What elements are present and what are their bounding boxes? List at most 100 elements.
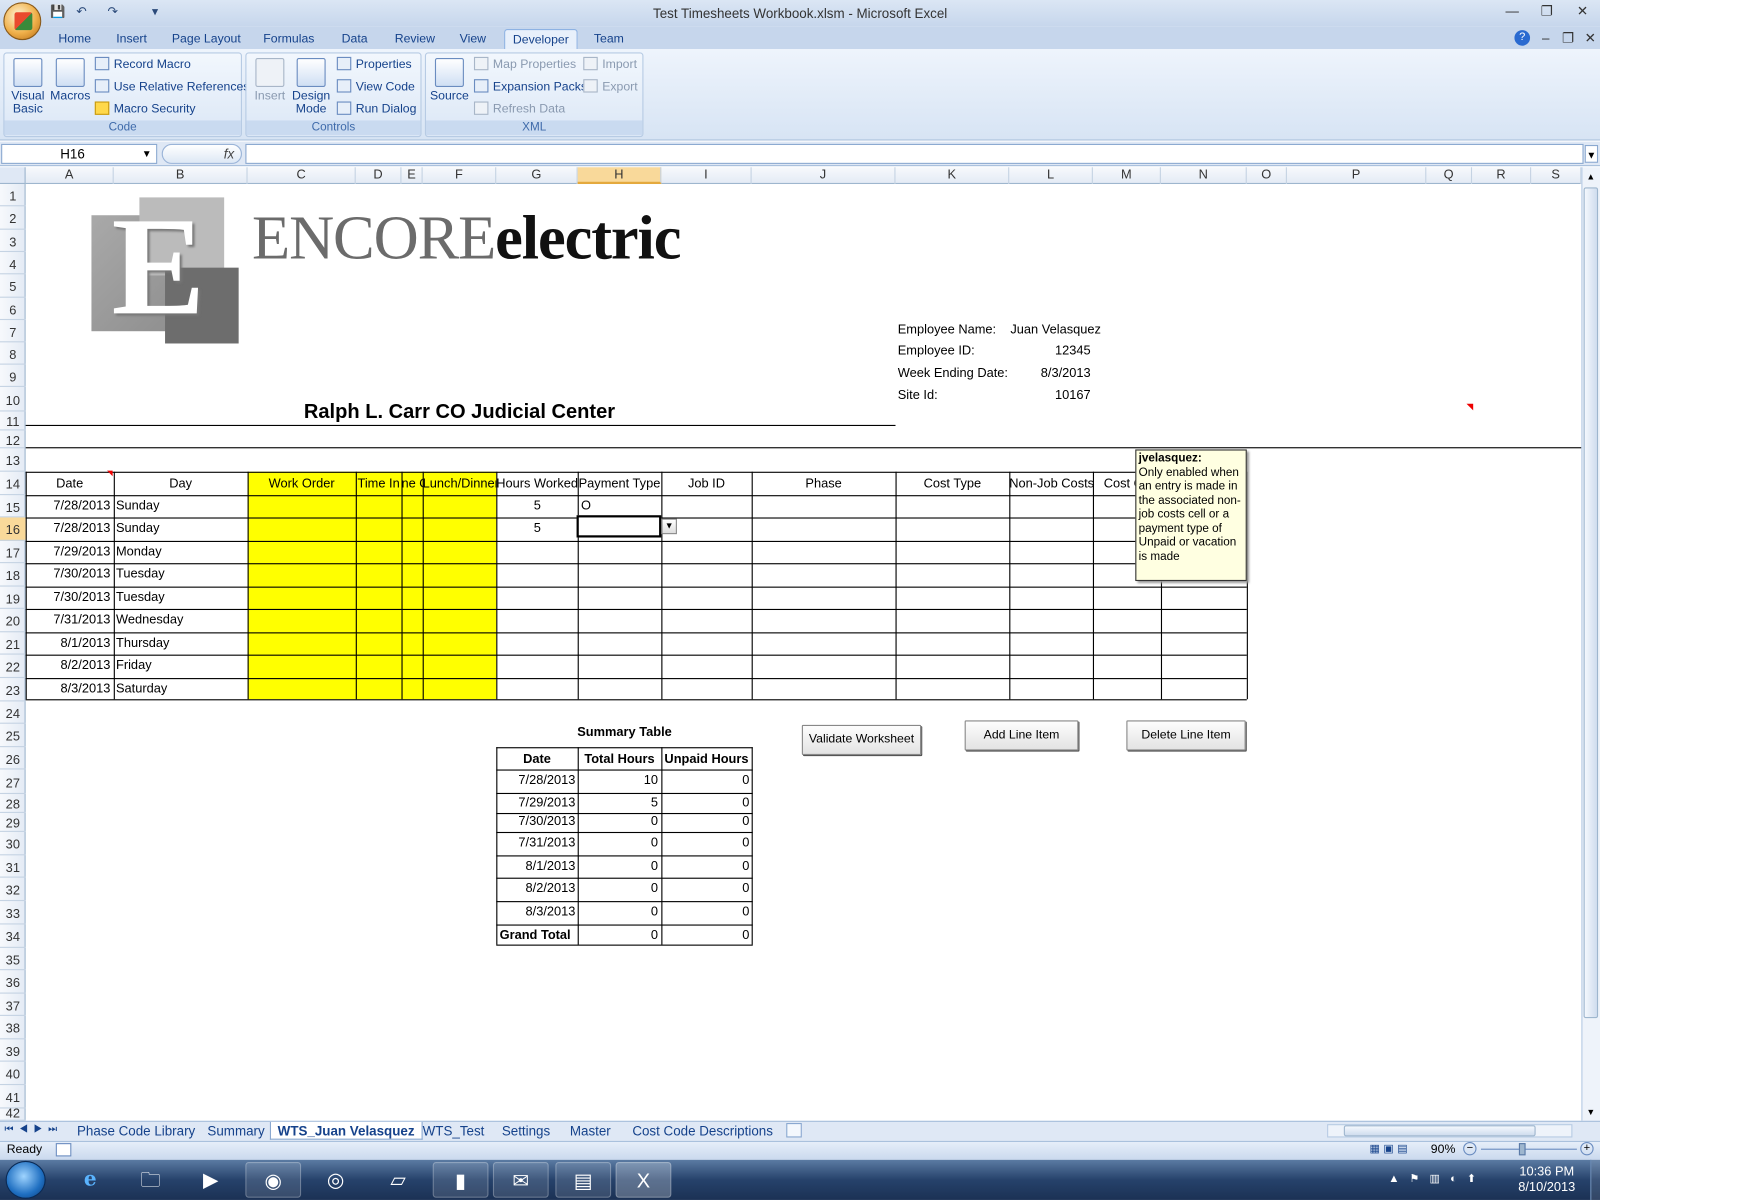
row-header-18[interactable]: 18 <box>0 563 26 587</box>
record-macro-button[interactable]: Record Macro <box>94 56 191 74</box>
timesheet-payment-type[interactable] <box>581 655 659 677</box>
column-header-k[interactable]: K <box>896 167 1010 185</box>
macro-record-status-icon[interactable] <box>55 1143 72 1157</box>
timesheet-hours[interactable] <box>496 563 541 585</box>
row-header-41[interactable]: 41 <box>0 1085 26 1109</box>
column-header-d[interactable]: D <box>356 167 402 185</box>
column-header-r[interactable]: R <box>1472 167 1532 185</box>
employee-id-value[interactable]: 12345 <box>1010 340 1091 362</box>
tray-icons[interactable]: ▲⚑▥◐⬆ <box>1388 1173 1486 1185</box>
timesheet-date[interactable]: 8/3/2013 <box>26 678 111 700</box>
row-header-35[interactable]: 35 <box>0 948 26 971</box>
row-header-30[interactable]: 30 <box>0 832 26 856</box>
column-header-l[interactable]: L <box>1009 167 1093 185</box>
site-id-value[interactable]: 10167 <box>1010 385 1091 407</box>
timesheet-date[interactable]: 8/1/2013 <box>26 632 111 654</box>
tab-insert[interactable]: Insert <box>107 29 156 49</box>
excel-project-icon[interactable]: ▤ <box>555 1162 612 1198</box>
row-header-12[interactable]: 12 <box>0 430 26 449</box>
row-header-21[interactable]: 21 <box>0 632 26 655</box>
timesheet-hours[interactable] <box>496 587 541 609</box>
timesheet-hours[interactable]: 5 <box>496 495 541 517</box>
office-button[interactable] <box>3 2 42 41</box>
timesheet-hours[interactable] <box>496 541 541 563</box>
delete-line-item-button[interactable]: Delete Line Item <box>1126 720 1246 751</box>
row-header-5[interactable]: 5 <box>0 274 26 298</box>
design-mode-button[interactable]: Design Mode <box>290 57 332 116</box>
app-icon[interactable]: ▮ <box>432 1162 489 1198</box>
row-header-29[interactable]: 29 <box>0 813 26 832</box>
row-header-7[interactable]: 7 <box>0 320 26 343</box>
tab-team[interactable]: Team <box>587 29 632 49</box>
zoom-out-icon[interactable]: − <box>1463 1141 1477 1156</box>
zoom-slider-track[interactable] <box>1480 1148 1577 1150</box>
column-header-c[interactable]: C <box>248 167 356 185</box>
tab-developer[interactable]: Developer <box>504 28 578 50</box>
row-header-14[interactable]: 14 <box>0 472 26 496</box>
macro-security-button[interactable]: Macro Security <box>94 100 196 118</box>
scroll-down-icon[interactable]: ▼ <box>1584 1105 1598 1121</box>
column-header-a[interactable]: A <box>26 167 114 185</box>
timesheet-day[interactable]: Tuesday <box>116 587 244 609</box>
column-header-g[interactable]: G <box>496 167 578 185</box>
minimize-icon[interactable]: — <box>1500 3 1525 21</box>
zoom-in-icon[interactable]: + <box>1580 1141 1594 1156</box>
row-header-34[interactable]: 34 <box>0 925 26 948</box>
taskbar-clock[interactable]: 10:36 PM 8/10/2013 <box>1508 1164 1586 1195</box>
ie-icon[interactable]: e <box>62 1162 118 1198</box>
vertical-scroll-thumb[interactable] <box>1583 187 1599 1019</box>
sheet-tab-cost-code-descriptions[interactable]: Cost Code Descriptions <box>626 1122 780 1140</box>
firefox-icon[interactable]: ◉ <box>245 1162 302 1198</box>
expand-formula-bar-icon[interactable]: ▼ <box>1584 144 1599 163</box>
view-mode-icons[interactable]: ▦▣▤ <box>1369 1143 1425 1157</box>
row-header-40[interactable]: 40 <box>0 1062 26 1086</box>
timesheet-hours[interactable]: 5 <box>496 517 541 539</box>
timesheet-day[interactable]: Friday <box>116 655 244 677</box>
timesheet-payment-type[interactable] <box>581 609 659 631</box>
sheet-tab-wts-juan-velasquez[interactable]: WTS_Juan Velasquez <box>269 1121 423 1140</box>
column-header-f[interactable]: F <box>423 167 497 185</box>
expansion-packs-button[interactable]: Expansion Packs <box>473 78 587 96</box>
validate-worksheet-button[interactable]: Validate Worksheet <box>801 724 922 755</box>
row-header-28[interactable]: 28 <box>0 794 26 813</box>
zoom-level[interactable]: 90% <box>1431 1142 1456 1159</box>
column-header-j[interactable]: J <box>752 167 896 185</box>
timesheet-day[interactable]: Monday <box>116 541 244 563</box>
column-header-h[interactable]: H <box>577 167 662 185</box>
sheet-tab-wts-test[interactable]: WTS_Test <box>416 1122 491 1140</box>
timesheet-date[interactable]: 8/2/2013 <box>26 655 111 677</box>
wb-minimize-icon[interactable]: – <box>1533 30 1558 48</box>
explorer-icon[interactable]: 🗀 <box>123 1162 179 1198</box>
column-header-q[interactable]: Q <box>1426 167 1473 185</box>
map-properties-button[interactable]: Map Properties <box>473 56 576 74</box>
restore-icon[interactable]: ❐ <box>1535 3 1560 21</box>
column-header-s[interactable]: S <box>1531 167 1582 185</box>
import-button[interactable]: Import <box>583 56 637 74</box>
select-all-corner[interactable] <box>0 167 26 185</box>
column-header-n[interactable]: N <box>1161 167 1247 185</box>
cell-comment[interactable]: jvelasquez: Only enabled when an entry i… <box>1135 449 1247 582</box>
column-header-b[interactable]: B <box>114 167 248 185</box>
start-button[interactable] <box>5 1160 46 1199</box>
insert-control-button[interactable]: Insert <box>250 57 290 103</box>
media-player-icon[interactable]: ▶ <box>183 1162 239 1198</box>
timesheet-hours[interactable] <box>496 678 541 700</box>
add-line-item-button[interactable]: Add Line Item <box>964 720 1079 751</box>
excel-icon[interactable]: X <box>615 1162 672 1198</box>
row-header-26[interactable]: 26 <box>0 747 26 770</box>
timesheet-day[interactable]: Tuesday <box>116 563 244 585</box>
row-header-6[interactable]: 6 <box>0 298 26 321</box>
use-relative-references-button[interactable]: Use Relative References <box>94 78 250 96</box>
row-header-2[interactable]: 2 <box>0 206 26 230</box>
sheet-tab-master[interactable]: Master <box>563 1122 617 1140</box>
row-header-32[interactable]: 32 <box>0 878 26 902</box>
row-header-27[interactable]: 27 <box>0 769 26 795</box>
row-header-31[interactable]: 31 <box>0 855 26 878</box>
refresh-data-button[interactable]: Refresh Data <box>473 100 565 118</box>
help-icon[interactable]: ? <box>1514 30 1531 46</box>
column-header-e[interactable]: E <box>401 167 423 185</box>
horizontal-scroll-thumb[interactable] <box>1343 1125 1536 1137</box>
timesheet-day[interactable]: Thursday <box>116 632 244 654</box>
timesheet-hours[interactable] <box>496 632 541 654</box>
tab-data[interactable]: Data <box>332 29 377 49</box>
